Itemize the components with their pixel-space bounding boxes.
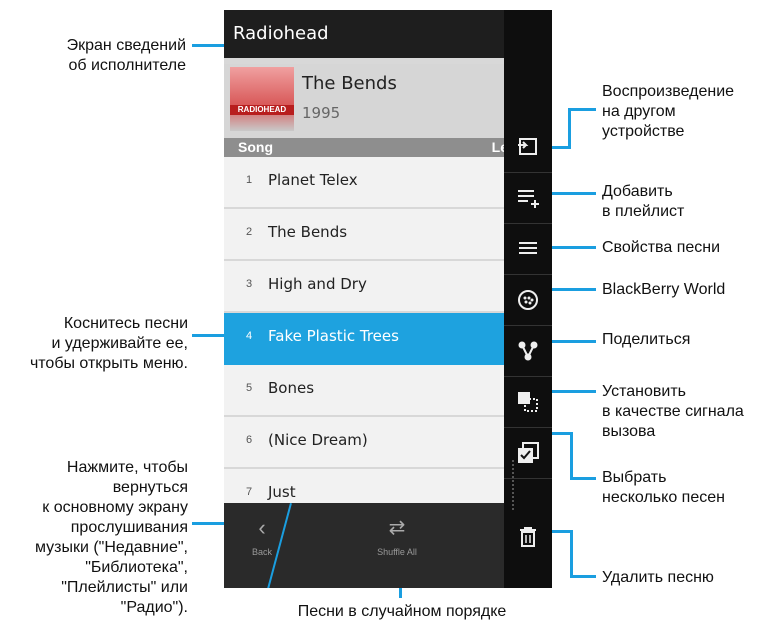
leader-line	[552, 246, 596, 249]
share-icon[interactable]	[504, 326, 552, 377]
divider	[512, 460, 518, 510]
back-label: Back	[252, 547, 273, 557]
back-button[interactable]: ‹ Back	[252, 515, 273, 558]
leader-line	[192, 522, 226, 525]
album-year: 1995	[302, 104, 341, 122]
shuffle-icon: ⇄	[388, 517, 406, 539]
leader-line	[552, 146, 568, 149]
leader-line	[570, 575, 596, 578]
title-bar: Radiohead	[224, 10, 504, 58]
delete-icon[interactable]	[504, 512, 552, 562]
song-title: (Nice Dream)	[268, 431, 368, 449]
song-title: Bones	[268, 379, 315, 397]
phone-screen: Radiohead RADIOHEAD The Bends 1995 Song …	[224, 10, 552, 588]
leader-line	[552, 432, 572, 435]
play-on-device-icon[interactable]	[504, 122, 552, 173]
song-row[interactable]: 2 The Bends	[224, 209, 504, 261]
column-header: Song Le	[224, 138, 508, 157]
chevron-left-icon: ‹	[258, 515, 266, 540]
song-number: 6	[246, 434, 253, 446]
artist-title: Radiohead	[233, 23, 329, 44]
song-properties-icon[interactable]	[504, 224, 552, 275]
song-row[interactable]: 1 Planet Telex	[224, 157, 504, 209]
add-to-playlist-icon[interactable]	[504, 173, 552, 224]
annotation-share: Поделиться	[602, 331, 691, 348]
annotation-artist-screen: Экран сведений об исполнителе	[66, 37, 186, 74]
annotation-touch-hold: Коснитесь песни и удерживайте ее, чтобы …	[29, 315, 188, 372]
song-title: High and Dry	[268, 275, 367, 293]
annotation-shuffle: Песни в случайном порядке	[297, 603, 507, 620]
annotation-ringtone: Установить в качестве сигнала вызова	[602, 383, 744, 440]
song-title: Planet Telex	[268, 171, 358, 189]
song-number: 3	[246, 278, 253, 290]
annotation-bb-world: BlackBerry World	[602, 281, 726, 298]
shuffle-label: Shuffle All	[377, 547, 417, 557]
song-number: 5	[246, 382, 253, 394]
album-header[interactable]: RADIOHEAD The Bends 1995	[224, 64, 504, 138]
song-number: 1	[246, 174, 253, 186]
leader-line	[568, 108, 596, 111]
leader-line	[552, 390, 596, 393]
song-number: 4	[246, 330, 253, 342]
album-name: The Bends	[302, 73, 397, 94]
leader-line	[570, 432, 573, 480]
shuffle-all-button[interactable]: ⇄ Shuffle All	[367, 517, 427, 557]
leader-line	[552, 192, 596, 195]
annotation-song-props: Свойства песни	[602, 239, 721, 256]
song-number: 7	[246, 486, 253, 498]
leader-line	[568, 108, 571, 149]
leader-line	[570, 530, 573, 578]
blackberry-world-icon[interactable]	[504, 275, 552, 326]
annotation-delete: Удалить песню	[602, 569, 714, 586]
leader-line	[192, 334, 226, 337]
song-row[interactable]: 6 (Nice Dream)	[224, 417, 504, 469]
leader-line	[552, 340, 596, 343]
song-row-selected[interactable]: 4 Fake Plastic Trees	[224, 313, 504, 365]
album-cover-text: RADIOHEAD	[230, 105, 294, 115]
song-number: 2	[246, 226, 253, 238]
song-title: Just	[268, 483, 296, 501]
annotation-play-other: Воспроизведение на другом устройстве	[602, 83, 735, 140]
song-column-header[interactable]: Song	[238, 139, 273, 155]
annotation-add-playlist: Добавить в плейлист	[602, 183, 685, 220]
bottom-bar: ‹ Back ⇄ Shuffle All	[224, 503, 504, 588]
song-title: The Bends	[268, 223, 348, 241]
album-cover: RADIOHEAD	[230, 67, 294, 131]
song-row[interactable]: 5 Bones	[224, 365, 504, 417]
action-rail	[504, 10, 552, 588]
leader-line	[552, 288, 596, 291]
set-ringtone-icon[interactable]	[504, 377, 552, 428]
annotation-back-info: Нажмите, чтобы вернуться к основному экр…	[34, 459, 188, 616]
song-row[interactable]: 3 High and Dry	[224, 261, 504, 313]
leader-line	[552, 530, 572, 533]
leader-line	[570, 477, 596, 480]
song-list: 1 Planet Telex 2 The Bends 3 High and Dr…	[224, 157, 504, 503]
song-row[interactable]: 7 Just	[224, 469, 504, 503]
song-title: Fake Plastic Trees	[268, 327, 399, 345]
annotation-select-multiple: Выбрать несколько песен	[602, 469, 725, 506]
leader-line	[192, 44, 224, 47]
